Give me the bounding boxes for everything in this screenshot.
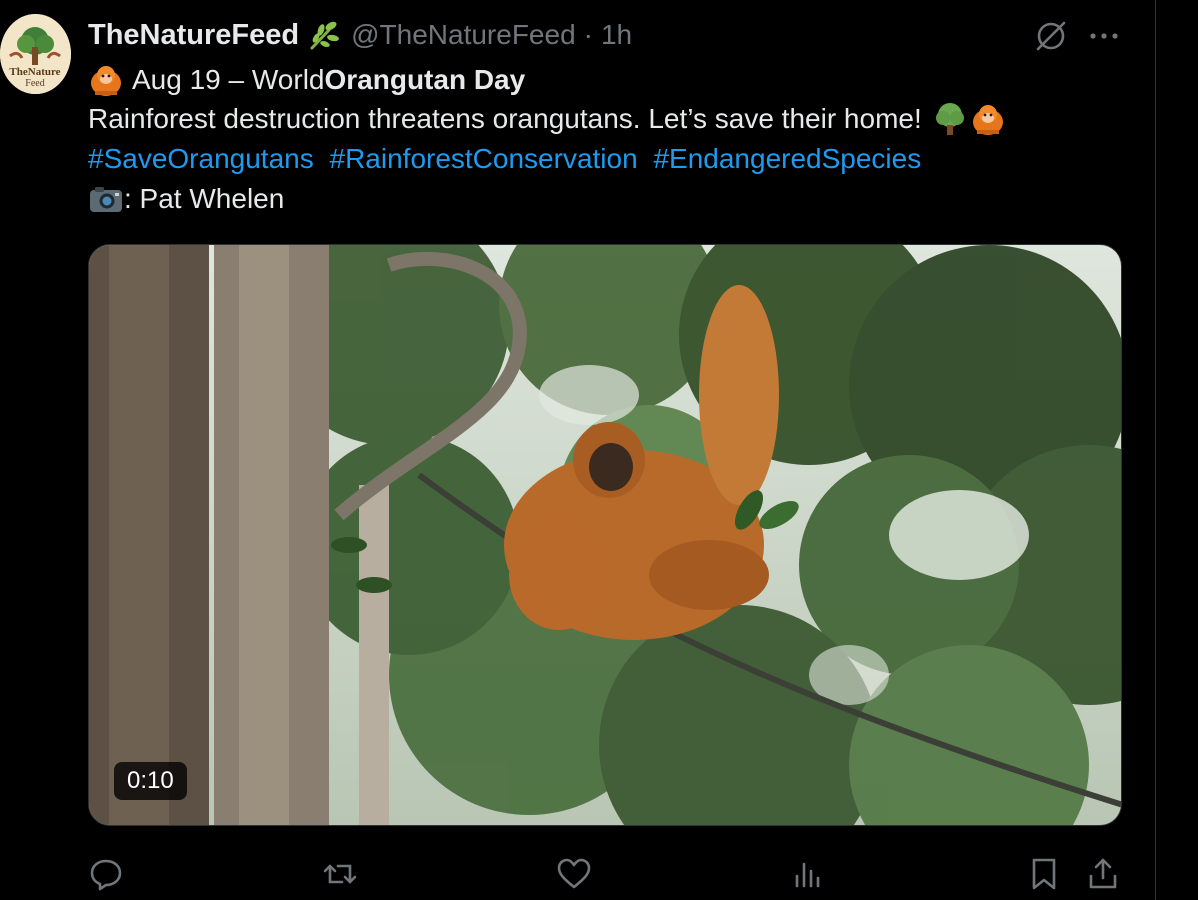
hashtag-line: #SaveOrangutans #RainforestConservation …	[88, 139, 921, 179]
share-icon[interactable]	[1085, 856, 1121, 892]
post-header: TheNatureFeed @TheNatureFeed · 1h	[88, 14, 632, 56]
post-text-line-2: Rainforest destruction threatens orangut…	[88, 99, 1006, 139]
hashtag-rainforest-conservation[interactable]: #RainforestConservation	[330, 143, 638, 174]
grok-icon[interactable]	[1034, 19, 1068, 53]
video-player[interactable]: 0:10	[88, 244, 1122, 826]
bookmark-icon[interactable]	[1026, 856, 1062, 892]
svg-text:TheNature: TheNature	[9, 66, 60, 78]
line2-text: Rainforest destruction threatens orangut…	[88, 103, 922, 134]
post-timestamp[interactable]: 1h	[601, 19, 632, 51]
repost-icon[interactable]	[322, 856, 358, 892]
camera-emoji	[88, 181, 124, 217]
like-icon[interactable]	[556, 856, 592, 892]
video-duration: 0:10	[114, 762, 187, 800]
orangutan-emoji	[88, 62, 124, 98]
hashtag-save-orangutans[interactable]: #SaveOrangutans	[88, 143, 314, 174]
line1-prefix: Aug 19 – World	[132, 64, 325, 95]
leaf-icon	[307, 18, 341, 52]
tree-emoji	[932, 101, 968, 137]
timeline-border	[1155, 0, 1156, 900]
user-handle[interactable]: @TheNatureFeed	[351, 19, 576, 51]
avatar[interactable]: TheNature Feed	[0, 14, 71, 94]
more-icon[interactable]	[1088, 28, 1120, 44]
credit-text: : Pat Whelen	[124, 183, 285, 214]
orangutan-emoji	[970, 101, 1006, 137]
hashtag-endangered-species[interactable]: #EndangeredSpecies	[653, 143, 921, 174]
separator-dot: ·	[583, 19, 593, 50]
post-text-line-1: Aug 19 – World Orangutan Day	[88, 60, 525, 100]
action-bar	[0, 850, 1198, 894]
reply-icon[interactable]	[88, 856, 124, 892]
svg-text:Feed: Feed	[25, 78, 44, 89]
photo-credit: : Pat Whelen	[88, 179, 284, 219]
views-icon[interactable]	[790, 856, 826, 892]
display-name[interactable]: TheNatureFeed	[88, 19, 299, 52]
line1-bold: Orangutan Day	[324, 64, 526, 95]
